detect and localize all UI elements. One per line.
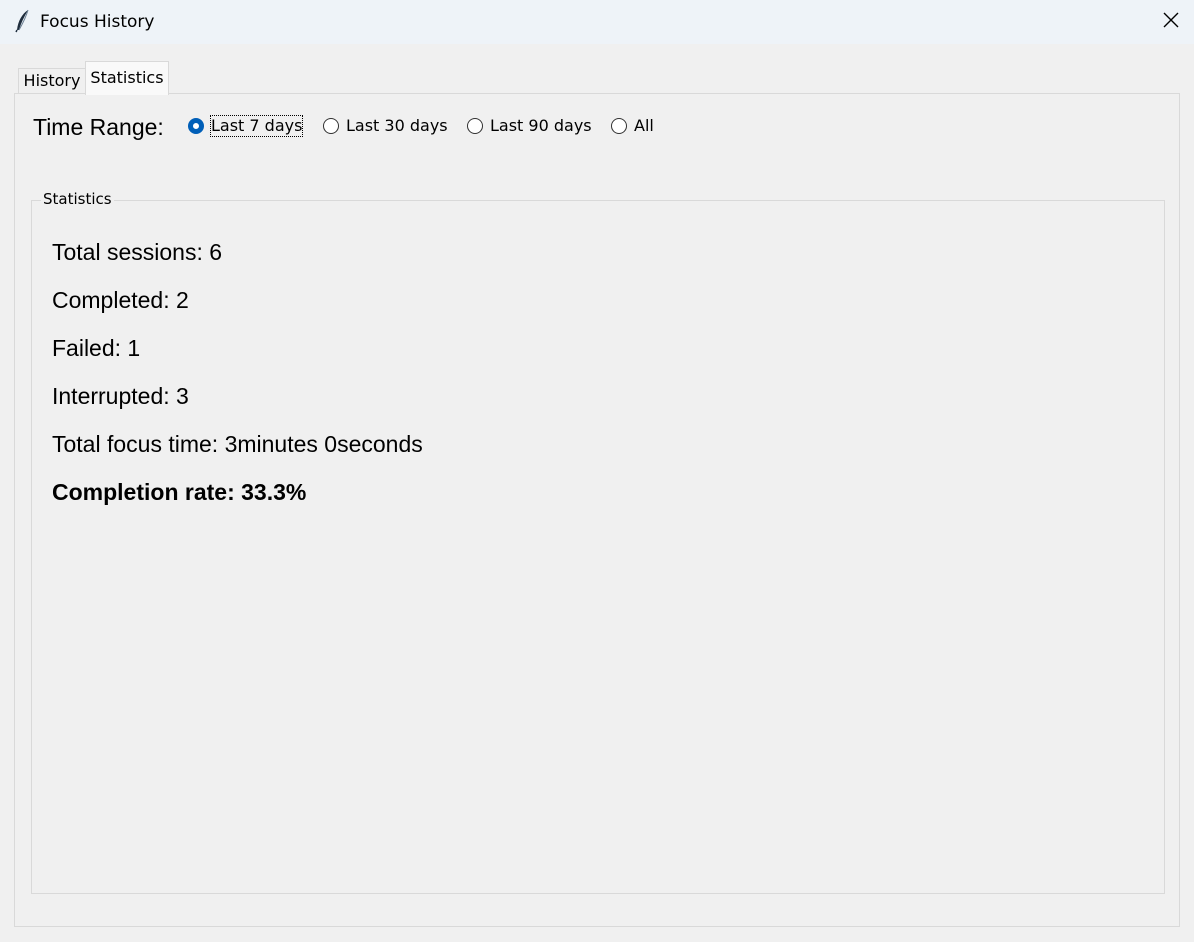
radio-unchecked-icon [611, 118, 627, 134]
title-bar: Focus History [0, 0, 1194, 44]
tab-history[interactable]: History [18, 68, 86, 94]
window-title: Focus History [40, 12, 155, 32]
radio-label: Last 90 days [490, 116, 592, 135]
failed-text: Failed: 1 [52, 335, 141, 361]
radio-unchecked-icon [323, 118, 339, 134]
radio-label: All [634, 116, 654, 135]
statistics-group-title: Statistics [41, 189, 114, 209]
radio-last-7-days[interactable]: Last 7 days [188, 114, 304, 138]
focus-history-window: Focus History History Statistics Time Ra… [0, 0, 1194, 942]
close-icon [1163, 12, 1179, 32]
time-range-label: Time Range: [33, 114, 164, 140]
radio-last-90-days[interactable]: Last 90 days [467, 114, 592, 138]
completed-text: Completed: 2 [52, 287, 189, 313]
radio-unchecked-icon [467, 118, 483, 134]
statistics-group [31, 200, 1165, 894]
radio-checked-icon [188, 118, 204, 134]
interrupted-text: Interrupted: 3 [52, 383, 189, 409]
total-focus-time-text: Total focus time: 3minutes 0seconds [52, 431, 423, 457]
radio-last-30-days[interactable]: Last 30 days [323, 114, 448, 138]
radio-all[interactable]: All [611, 114, 654, 138]
completion-rate-text: Completion rate: 33.3% [52, 479, 307, 505]
tab-statistics[interactable]: Statistics [85, 61, 169, 95]
feather-icon [14, 9, 32, 33]
radio-label: Last 7 days [209, 115, 304, 137]
radio-label: Last 30 days [346, 116, 448, 135]
close-button[interactable] [1148, 0, 1194, 44]
total-sessions-text: Total sessions: 6 [52, 239, 223, 265]
